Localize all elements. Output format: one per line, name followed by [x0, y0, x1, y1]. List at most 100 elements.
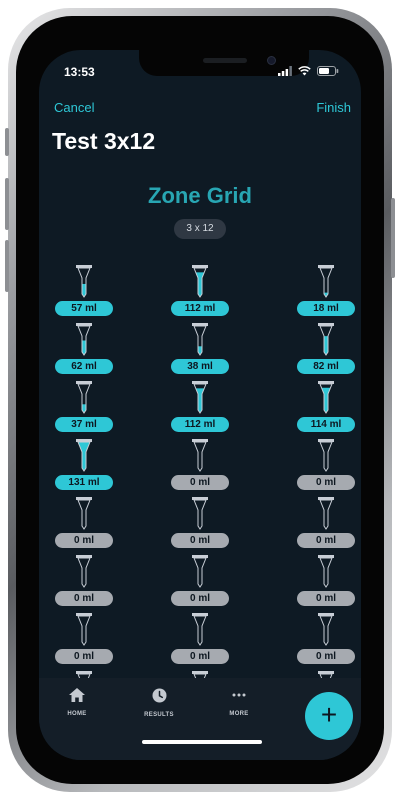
home-icon	[69, 688, 85, 702]
volume-pill: 0 ml	[297, 649, 355, 664]
tab-results[interactable]: RESULTS	[129, 688, 189, 718]
app-screen: 13:53 Cancel Finish Test 3x12 Zone Grid …	[39, 50, 361, 760]
tube-icon	[192, 439, 208, 472]
volume-pill: 0 ml	[171, 475, 229, 490]
zone-cell[interactable]: 0 ml	[291, 496, 361, 552]
volume-pill: 38 ml	[171, 359, 229, 374]
zone-cell[interactable]: 0 ml	[49, 496, 119, 552]
zone-cell[interactable]: 0 ml	[291, 554, 361, 610]
wifi-icon	[298, 66, 311, 76]
tube-icon	[192, 613, 208, 646]
front-camera	[267, 56, 276, 65]
zone-cell[interactable]: 114 ml	[291, 380, 361, 436]
zone-cell[interactable]: 62 ml	[49, 322, 119, 378]
volume-pill: 114 ml	[297, 417, 355, 432]
volume-pill: 37 ml	[55, 417, 113, 432]
add-button[interactable]: +	[305, 692, 353, 740]
volume-pill: 0 ml	[171, 649, 229, 664]
volume-pill: 0 ml	[297, 591, 355, 606]
tube-icon	[192, 381, 208, 414]
tube-icon	[318, 323, 334, 356]
tube-icon	[318, 613, 334, 646]
zone-grid: 57 ml 112 ml 18 ml 62 ml 38 ml 82 ml 37 ml 112 …	[39, 264, 361, 684]
tab-home-label: HOME	[67, 711, 87, 717]
volume-pill: 82 ml	[297, 359, 355, 374]
volume-pill: 131 ml	[55, 475, 113, 490]
status-icons	[278, 66, 339, 76]
tube-icon	[318, 381, 334, 414]
volume-pill: 112 ml	[171, 301, 229, 316]
zone-cell[interactable]: 0 ml	[291, 438, 361, 494]
volume-pill: 0 ml	[297, 475, 355, 490]
cancel-button[interactable]: Cancel	[54, 100, 94, 115]
tube-icon	[76, 497, 92, 530]
tube-fill	[78, 283, 90, 297]
tab-results-label: RESULTS	[144, 712, 174, 718]
tube-fill	[194, 388, 206, 413]
tube-icon	[192, 555, 208, 588]
tab-home[interactable]: HOME	[47, 688, 107, 717]
zone-cell[interactable]: 38 ml	[165, 322, 235, 378]
zone-cell[interactable]: 0 ml	[49, 554, 119, 610]
tube-icon	[76, 613, 92, 646]
battery-icon	[317, 66, 339, 76]
signal-icon	[278, 66, 292, 76]
zone-cell[interactable]: 57 ml	[49, 264, 119, 320]
zone-cell[interactable]: 0 ml	[49, 612, 119, 668]
volume-pill: 57 ml	[55, 301, 113, 316]
tube-icon	[318, 555, 334, 588]
zone-cell[interactable]: 37 ml	[49, 380, 119, 436]
zone-cell[interactable]: 0 ml	[291, 612, 361, 668]
volume-pill: 0 ml	[171, 591, 229, 606]
tube-fill	[320, 387, 332, 413]
tube-icon	[318, 439, 334, 472]
volume-pill: 0 ml	[55, 649, 113, 664]
volume-pill: 62 ml	[55, 359, 113, 374]
tube-icon	[76, 265, 92, 298]
speaker-grille	[203, 58, 247, 63]
tube-fill	[78, 442, 90, 471]
mute-switch	[5, 128, 9, 156]
tube-fill	[78, 340, 90, 355]
tube-icon	[192, 497, 208, 530]
tube-icon	[76, 381, 92, 414]
tube-icon	[318, 265, 334, 298]
volume-down-button	[5, 240, 9, 292]
tube-icon	[192, 323, 208, 356]
volume-pill: 0 ml	[297, 533, 355, 548]
zone-cell[interactable]: 131 ml	[49, 438, 119, 494]
zone-cell[interactable]: 0 ml	[165, 554, 235, 610]
zone-cell[interactable]: 112 ml	[165, 380, 235, 436]
zone-cell[interactable]: 82 ml	[291, 322, 361, 378]
tab-more-label: MORE	[229, 711, 249, 717]
zone-grid-title: Zone Grid	[148, 183, 252, 208]
volume-pill: 0 ml	[55, 591, 113, 606]
zone-cell[interactable]: 0 ml	[165, 496, 235, 552]
finish-button[interactable]: Finish	[316, 100, 351, 115]
tube-icon	[318, 497, 334, 530]
zone-cell[interactable]: 112 ml	[165, 264, 235, 320]
volume-up-button	[5, 178, 9, 230]
tube-icon	[192, 265, 208, 298]
grid-dimensions-badge: 3 x 12	[174, 219, 226, 239]
tube-icon	[76, 555, 92, 588]
status-time: 13:53	[64, 65, 95, 79]
page-title: Test 3x12	[52, 128, 156, 154]
tube-icon	[76, 323, 92, 356]
volume-pill: 18 ml	[297, 301, 355, 316]
zone-cell[interactable]: 18 ml	[291, 264, 361, 320]
plus-icon: +	[320, 699, 338, 730]
tube-fill	[194, 272, 206, 297]
volume-pill: 0 ml	[55, 533, 113, 548]
volume-pill: 112 ml	[171, 417, 229, 432]
home-indicator[interactable]	[142, 740, 262, 744]
power-button	[391, 198, 395, 278]
tube-fill	[320, 336, 332, 355]
tube-icon	[76, 439, 92, 472]
volume-pill: 0 ml	[171, 533, 229, 548]
zone-cell[interactable]: 0 ml	[165, 438, 235, 494]
clock-icon	[152, 688, 166, 703]
more-icon	[232, 693, 246, 697]
zone-cell[interactable]: 0 ml	[165, 612, 235, 668]
tab-more[interactable]: MORE	[209, 688, 269, 717]
